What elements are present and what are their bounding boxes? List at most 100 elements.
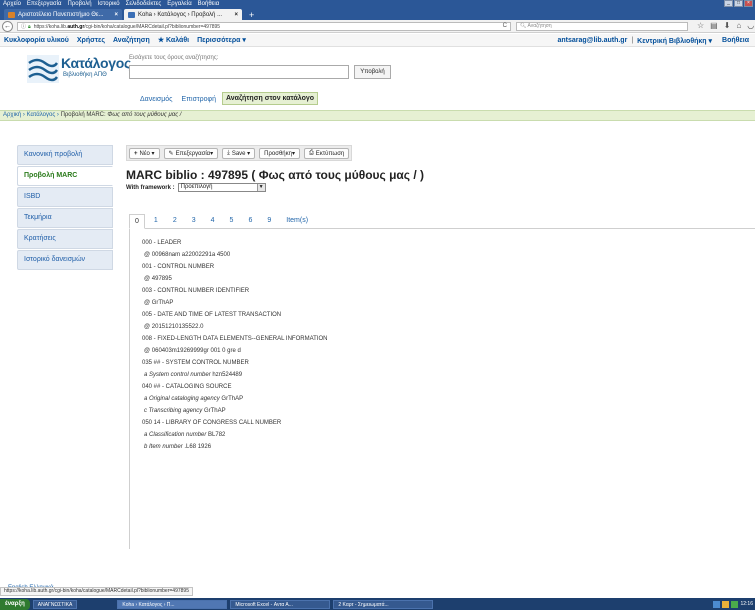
nav-separator: | (631, 37, 634, 44)
taskbar-item-excel[interactable]: Microsoft Excel - Αντα Α... (230, 599, 331, 609)
tray-network-icon[interactable] (713, 600, 721, 608)
marc-tab-items[interactable]: Item(s) (280, 213, 314, 228)
lock-icon: 🔒︎ (28, 23, 31, 30)
taskbar-item-folder[interactable]: ΑΝΑΓΝΩΣΤΙΚΑ (32, 599, 78, 609)
subfield-value: 20151210135522.0 (151, 324, 204, 330)
breadcrumb-catalog[interactable]: Κατάλογος (27, 112, 56, 118)
add-to-button[interactable]: Προσθήκη▾ (259, 148, 300, 159)
record-toolbar: + Νέο ▾ ✎ Επεξεργασία▾ ⤓ Save ▾ Προσθήκη… (126, 145, 353, 161)
sidebar-item-items[interactable]: Τεκμήρια (17, 208, 113, 228)
subfield-value: 060403m19269999gr 001 0 gre d (151, 348, 241, 354)
marc-tab-2[interactable]: 2 (167, 213, 183, 228)
search-tabs: Δανεισμός Επιστροφή Αναζήτηση στον κατάλ… (137, 92, 319, 105)
framework-select[interactable]: Προεπιλογή ▼ (177, 183, 266, 192)
info-icon[interactable]: ⓘ (21, 23, 26, 30)
tray-security-icon[interactable] (731, 600, 739, 608)
marc-tab-5[interactable]: 5 (224, 213, 240, 228)
chevron-down-icon: ▼ (256, 184, 265, 191)
subfield-label: System control number (149, 372, 211, 378)
sidebar-item-holds[interactable]: Κρατήσεις (17, 229, 113, 249)
breadcrumb-home[interactable]: Αρχική (3, 112, 21, 118)
start-button[interactable]: έναρξη (0, 598, 30, 610)
tab-checkout[interactable]: Δανεισμός (137, 94, 176, 105)
maximize-icon[interactable]: □ (734, 0, 743, 7)
marc-tab-0[interactable]: 0 (129, 214, 145, 229)
clock[interactable]: 12:16 (740, 601, 753, 607)
menu-view[interactable]: Προβολή (65, 1, 95, 7)
breadcrumb-current: Φως από τους μύθους μας / (107, 112, 182, 118)
tray-volume-icon[interactable] (722, 600, 730, 608)
bookmarks-icon[interactable]: ▤ (710, 21, 718, 30)
page-title: MARC biblio : 497895 ( Φως από τους μύθο… (126, 168, 425, 182)
marc-tab-4[interactable]: 4 (205, 213, 221, 228)
marc-tab-6[interactable]: 6 (242, 213, 258, 228)
download-icon: ⤓ (227, 150, 230, 156)
pencil-icon: ✎ (168, 151, 174, 157)
save-button[interactable]: ⤓ Save ▾ (222, 148, 256, 159)
reload-icon[interactable]: C (503, 23, 507, 29)
sidebar-item-checkout-history[interactable]: Ιστορικό δανεισμών (17, 250, 113, 270)
new-button[interactable]: + Νέο ▾ (129, 148, 160, 159)
menu-help[interactable]: Βοήθεια (195, 1, 223, 7)
marc-subfield: a Original cataloging agency GrThAP (144, 396, 243, 402)
minimize-icon[interactable]: _ (724, 0, 733, 7)
pocket-icon[interactable]: ◡ (747, 21, 754, 30)
menu-history[interactable]: Ιστορικό (95, 1, 123, 7)
star-icon[interactable]: ☆ (697, 21, 704, 30)
nav-patrons[interactable]: Χρήστες (73, 37, 109, 44)
search-placeholder: Αναζήτηση (527, 23, 552, 29)
sidebar-item-isbd[interactable]: ISBD (17, 187, 113, 207)
edit-button[interactable]: ✎ Επεξεργασία▾ (163, 148, 219, 159)
menu-tools[interactable]: Εργαλεία (164, 1, 194, 7)
marc-field-tag: 040 ## - CATALOGING SOURCE (142, 384, 232, 390)
menu-file[interactable]: Αρχείο (0, 1, 24, 7)
window-controls: _ □ × (724, 0, 753, 8)
marc-tab-1[interactable]: 1 (148, 213, 164, 228)
nav-circulation[interactable]: Κυκλοφορία υλικού (0, 37, 73, 44)
logged-in-user[interactable]: antsarag@lib.auth.gr (557, 37, 627, 45)
user-nav: antsarag@lib.auth.gr | Κεντρική Βιβλιοθή… (557, 37, 749, 45)
menu-edit[interactable]: Επεξεργασία (24, 1, 65, 7)
sidebar-item-normal-view[interactable]: Κανονική προβολή (17, 145, 113, 165)
print-button[interactable]: ⎙ Εκτύπωση (303, 148, 350, 159)
download-icon[interactable]: ⬇ (724, 21, 731, 30)
tab-search-catalog[interactable]: Αναζήτηση στον κατάλογο (221, 92, 319, 105)
add-to-label: Προσθήκη▾ (264, 151, 295, 157)
browser-tab-koha[interactable]: Koha › Κατάλογος › Προβολή ... × (124, 9, 242, 20)
back-arrow-icon[interactable]: ← (2, 20, 13, 32)
new-tab-button[interactable]: + (244, 10, 259, 20)
tab-checkin[interactable]: Επιστροφή (179, 94, 219, 105)
marc-tab-9[interactable]: 9 (261, 213, 277, 228)
nav-search[interactable]: Αναζήτηση (109, 37, 154, 44)
submit-button[interactable]: Υποβολή (354, 65, 391, 79)
catalog-search-input[interactable] (129, 65, 349, 79)
framework-value: Προεπιλογή (180, 184, 213, 190)
os-taskbar: έναρξη ΑΝΑΓΝΩΣΤΙΚΑ Koha › Κατάλογος › Π.… (0, 598, 755, 610)
marc-field-tag: 035 ## - SYSTEM CONTROL NUMBER (142, 360, 249, 366)
marc-field-list: 000 - LEADER @ 00968nam a22002291a 4500 … (129, 229, 755, 549)
marc-tab-3[interactable]: 3 (186, 213, 202, 228)
close-icon[interactable]: × (744, 0, 753, 7)
plus-icon: + (134, 150, 138, 157)
catalog-logo[interactable]: Κατάλογος Βιβλιοθήκη ΑΠΘ (27, 55, 131, 87)
taskbar-item-notes[interactable]: 2 Καρτ - Σημειωματά... (333, 599, 434, 609)
close-tab-icon[interactable]: × (114, 12, 118, 18)
branch-selector[interactable]: Κεντρική Βιβλιοθήκη ▾ (637, 37, 712, 45)
url-path: /cgi-bin/koha/catalogue/MARCdetail.pl?bi… (84, 23, 221, 30)
menu-bookmarks[interactable]: Σελιδοδείκτες (123, 1, 165, 7)
subfield-code: @ (144, 276, 151, 282)
taskbar-item-browser[interactable]: Koha › Κατάλογος › Π... (117, 599, 228, 609)
nav-cart[interactable]: ★ Καλάθι (154, 36, 193, 44)
subfield-code: @ (144, 324, 151, 330)
subfield-label: Item number (149, 444, 183, 450)
close-tab-icon[interactable]: × (234, 12, 238, 18)
nav-more[interactable]: Περισσότερα ▾ (193, 36, 250, 44)
help-link[interactable]: Βοήθεια (722, 37, 749, 45)
browser-tabbar: Αριστοτέλειο Πανεπιστήμιο Θε... × Koha ›… (0, 8, 755, 20)
address-bar[interactable]: ⓘ 🔒︎ https://koha.lib. auth.gr /cgi-bin/… (17, 22, 511, 31)
sidebar-item-marc-view[interactable]: Προβολή MARC (17, 166, 113, 186)
browser-tab-auth[interactable]: Αριστοτέλειο Πανεπιστήμιο Θε... × (4, 9, 122, 20)
browser-menubar: Αρχείο Επεξεργασία Προβολή Ιστορικό Σελι… (0, 0, 755, 8)
browser-search-input[interactable]: 🔍︎ Αναζήτηση (516, 22, 688, 31)
home-icon[interactable]: ⌂ (736, 21, 741, 30)
